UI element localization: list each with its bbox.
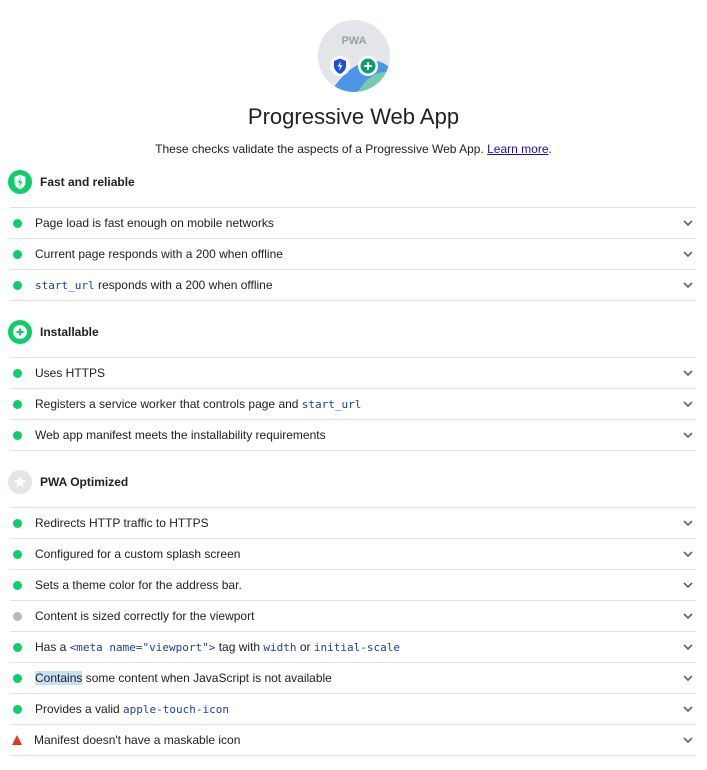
audit-title: Configured for a custom splash screen (35, 547, 241, 561)
audit-title: Content is sized correctly for the viewp… (35, 609, 255, 623)
audit-row[interactable]: Configured for a custom splash screen (10, 538, 696, 569)
audit-title: Page load is fast enough on mobile netwo… (35, 216, 274, 230)
audit-text: Provides a valid (35, 702, 124, 716)
chevron-down-icon[interactable] (682, 641, 694, 653)
installable-icon (8, 320, 32, 344)
audit-row[interactable]: Has a <meta name="viewport"> tag with wi… (10, 631, 696, 662)
audit-title: Web app manifest meets the installabilit… (35, 428, 326, 442)
pass-status-icon (13, 673, 22, 683)
audit-title: Registers a service worker that controls… (35, 397, 361, 411)
svg-text:PWA: PWA (341, 35, 366, 47)
audit-title: Current page responds with a 200 when of… (35, 247, 283, 261)
audit-text: some content when JavaScript is not avai… (82, 671, 332, 685)
audit-row[interactable]: Sets a theme color for the address bar. (10, 569, 696, 600)
chevron-down-icon[interactable] (682, 517, 694, 529)
category-header: PWA Progressive Web App These checks val… (0, 0, 707, 164)
chevron-down-icon[interactable] (682, 248, 694, 260)
group-title: Fast and reliable (40, 175, 135, 189)
pass-status-icon (13, 704, 22, 714)
chevron-down-icon[interactable] (682, 217, 694, 229)
chevron-down-icon[interactable] (682, 734, 694, 746)
audit-row[interactable]: Uses HTTPS (10, 357, 696, 388)
pass-status-icon (13, 580, 22, 590)
chevron-down-icon[interactable] (682, 579, 694, 591)
star-icon (8, 470, 32, 494)
chevron-down-icon[interactable] (682, 610, 694, 622)
pass-status-icon (13, 218, 22, 228)
chevron-down-icon[interactable] (682, 548, 694, 560)
code-snippet: initial-scale (313, 641, 400, 654)
group-title: PWA Optimized (40, 475, 129, 489)
audit-row[interactable]: Manifest doesn't have a maskable icon (10, 724, 696, 756)
audit-title: Manifest doesn't have a maskable icon (34, 733, 241, 747)
pass-status-icon (13, 642, 22, 652)
description-period: . (548, 142, 552, 156)
not-applicable-status-icon (13, 611, 22, 621)
selected-text: Contains (35, 671, 83, 685)
category-description: These checks validate the aspects of a P… (0, 142, 707, 156)
fast-reliable-icon (8, 170, 32, 194)
audit-text: responds with a 200 when offline (94, 278, 273, 292)
pass-status-icon (13, 549, 22, 559)
audit-title: Uses HTTPS (35, 366, 106, 380)
chevron-down-icon[interactable] (682, 672, 694, 684)
chevron-down-icon[interactable] (682, 703, 694, 715)
code-snippet: <meta name="viewport"> (69, 641, 216, 654)
group-installable: Installable (8, 319, 99, 345)
audit-row[interactable]: Redirects HTTP traffic to HTTPS (10, 507, 696, 538)
audit-text: tag with (215, 640, 264, 654)
fail-triangle-icon (12, 735, 22, 745)
audit-row[interactable]: Page load is fast enough on mobile netwo… (10, 207, 696, 238)
audit-text: Has a (35, 640, 70, 654)
learn-more-link[interactable]: Learn more (487, 142, 548, 156)
code-snippet: start_url (301, 398, 362, 411)
audit-row[interactable]: Web app manifest meets the installabilit… (10, 419, 696, 451)
audit-row[interactable]: start_url responds with a 200 when offli… (10, 269, 696, 301)
audit-row[interactable]: Content is sized correctly for the viewp… (10, 600, 696, 631)
audit-title: Has a <meta name="viewport"> tag with wi… (35, 640, 400, 654)
chevron-down-icon[interactable] (682, 367, 694, 379)
pass-status-icon (13, 280, 22, 290)
group-fast-and-reliable: Fast and reliable (8, 169, 135, 195)
pass-status-icon (13, 249, 22, 259)
audit-text: or (296, 640, 314, 654)
audit-title: Sets a theme color for the address bar. (35, 578, 242, 592)
pwa-badge: PWA (318, 20, 390, 92)
audit-row[interactable]: Registers a service worker that controls… (10, 388, 696, 419)
description-text: These checks validate the aspects of a P… (155, 142, 484, 156)
pass-status-icon (13, 399, 22, 409)
audit-list-installable: Uses HTTPS Registers a service worker th… (10, 357, 696, 451)
page-title: Progressive Web App (247, 104, 460, 129)
pass-status-icon (13, 430, 22, 440)
code-snippet: start_url (35, 279, 95, 292)
group-title: Installable (40, 325, 99, 339)
chevron-down-icon[interactable] (682, 429, 694, 441)
pass-status-icon (13, 368, 22, 378)
audit-title: start_url responds with a 200 when offli… (35, 278, 273, 292)
chevron-down-icon[interactable] (682, 279, 694, 291)
group-pwa-optimized: PWA Optimized (8, 469, 128, 495)
audit-row[interactable]: Contains some content when JavaScript is… (10, 662, 696, 693)
audit-text: Registers a service worker that controls… (35, 397, 302, 411)
audit-list-optimized: Redirects HTTP traffic to HTTPS Configur… (10, 507, 696, 756)
pass-status-icon (13, 518, 22, 528)
audit-row[interactable]: Provides a valid apple-touch-icon (10, 693, 696, 724)
audit-title: Provides a valid apple-touch-icon (35, 702, 229, 716)
pwa-gauge-icon: PWA (330, 35, 390, 92)
audit-list-fast: Page load is fast enough on mobile netwo… (10, 207, 696, 301)
audit-title: Contains some content when JavaScript is… (35, 671, 332, 685)
chevron-down-icon[interactable] (682, 398, 694, 410)
audit-title: Redirects HTTP traffic to HTTPS (35, 516, 209, 530)
audit-row[interactable]: Current page responds with a 200 when of… (10, 238, 696, 269)
code-snippet: width (263, 641, 297, 654)
code-snippet: apple-touch-icon (123, 703, 230, 716)
